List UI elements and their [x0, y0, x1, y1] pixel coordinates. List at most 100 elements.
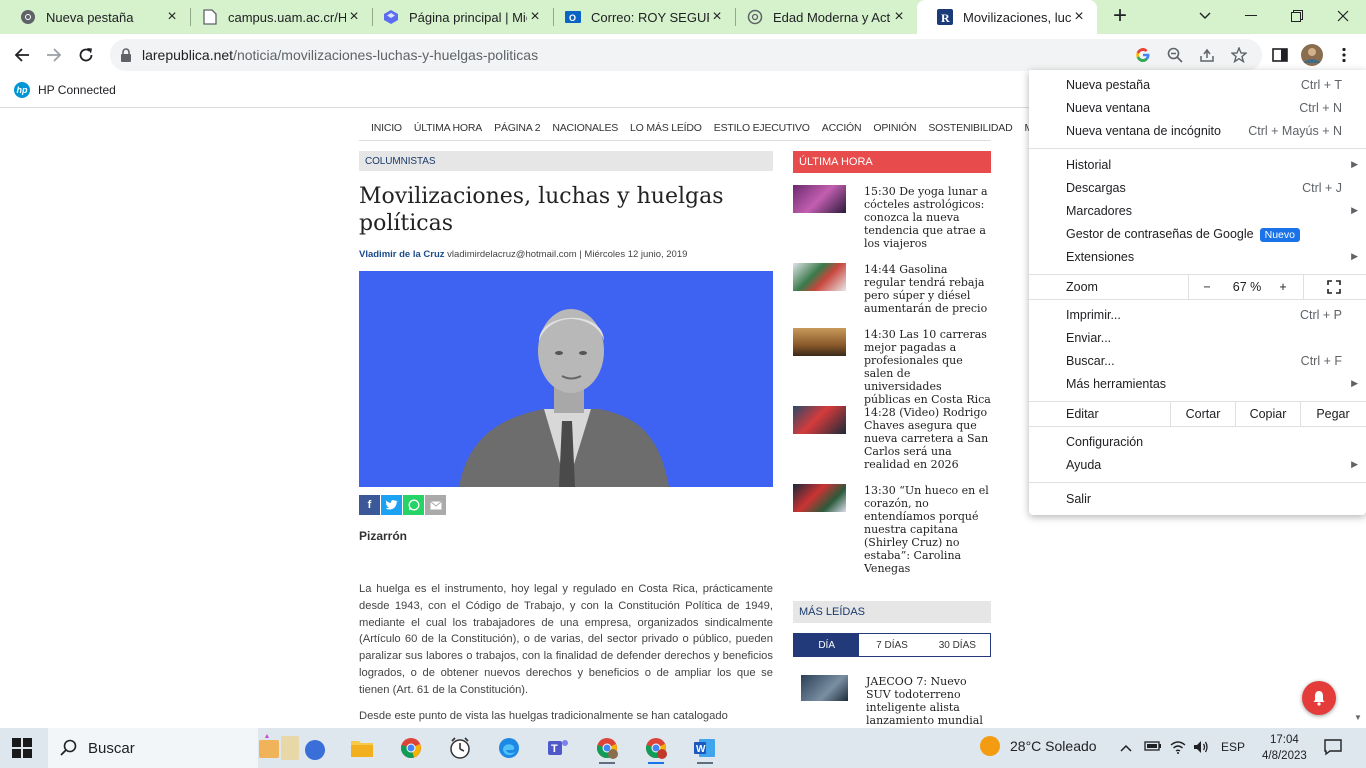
menu-item-help[interactable]: Ayuda ▶: [1029, 454, 1366, 477]
email-icon[interactable]: [425, 495, 446, 515]
menu-item-bookmarks[interactable]: Marcadores ▶: [1029, 200, 1366, 223]
back-button[interactable]: [8, 41, 36, 69]
star-icon[interactable]: [1230, 46, 1248, 64]
news-text[interactable]: 13:30 “Un hueco en el corazón, no entend…: [864, 484, 991, 575]
menu-item-settings[interactable]: Configuración: [1029, 431, 1366, 454]
volume-icon[interactable]: [1193, 740, 1209, 757]
scrollbar-arrow-down[interactable]: ▼: [1354, 713, 1362, 722]
close-icon[interactable]: ×: [527, 9, 543, 25]
close-icon[interactable]: ×: [164, 9, 180, 25]
wifi-icon[interactable]: [1170, 740, 1186, 757]
news-thumbnail[interactable]: [793, 263, 846, 291]
ultima-hora-header[interactable]: ÚLTIMA HORA: [793, 151, 991, 173]
clock-app-icon[interactable]: [440, 732, 480, 764]
nav-item-accion[interactable]: ACCIÓN: [822, 122, 862, 134]
close-window-button[interactable]: [1320, 0, 1366, 32]
news-thumbnail[interactable]: [793, 406, 846, 434]
notifications-button[interactable]: [1324, 738, 1342, 759]
minimize-button[interactable]: [1228, 0, 1274, 32]
menu-item-passwords[interactable]: Gestor de contraseñas de Google Nuevo: [1029, 223, 1366, 246]
whatsapp-icon[interactable]: [403, 495, 424, 515]
new-tab-button[interactable]: +: [1108, 4, 1132, 29]
news-text[interactable]: 14:30 Las 10 carreras mejor pagadas a pr…: [864, 328, 991, 406]
news-text[interactable]: 14:44 Gasolina regular tendrá rebaja per…: [864, 263, 991, 315]
news-text[interactable]: JAECOO 7: Nuevo SUV todoterreno intelige…: [866, 675, 986, 727]
language-indicator[interactable]: ESP: [1221, 740, 1245, 754]
nav-item-nacionales[interactable]: NACIONALES: [552, 122, 618, 134]
fullscreen-button[interactable]: [1319, 275, 1349, 299]
side-panel-button[interactable]: [1266, 41, 1294, 69]
zoom-in-button[interactable]: +: [1269, 275, 1297, 299]
tab-new-tab[interactable]: Nueva pestaña ×: [0, 0, 190, 34]
notification-bell-button[interactable]: [1302, 681, 1336, 715]
tab-chatgpt[interactable]: Edad Moderna y Actu ×: [727, 0, 917, 34]
menu-item-new-tab[interactable]: Nueva pestaña Ctrl + T: [1029, 74, 1366, 97]
nav-item-estilo-ejecutivo[interactable]: ESTILO EJECUTIVO: [714, 122, 810, 134]
close-icon[interactable]: ×: [709, 9, 725, 25]
url-text[interactable]: larepublica.net/noticia/movilizaciones-l…: [142, 47, 538, 63]
news-thumbnail[interactable]: [793, 328, 846, 356]
restore-button[interactable]: [1274, 0, 1320, 32]
tab-7-dias[interactable]: 7 DÍAS: [859, 634, 924, 656]
menu-item-send[interactable]: Enviar...: [1029, 327, 1366, 350]
menu-item-find[interactable]: Buscar... Ctrl + F: [1029, 350, 1366, 373]
teams-icon[interactable]: T: [538, 732, 578, 764]
tab-dia[interactable]: DÍA: [794, 634, 860, 656]
paste-button[interactable]: Pegar: [1301, 402, 1365, 426]
copy-button[interactable]: Copiar: [1236, 402, 1300, 426]
news-thumbnail[interactable]: [793, 484, 846, 512]
forward-button[interactable]: [40, 41, 68, 69]
tab-30-dias[interactable]: 30 DÍAS: [925, 634, 990, 656]
author-name[interactable]: Vladimir de la Cruz: [359, 249, 445, 260]
mas-leidas-header[interactable]: MÁS LEÍDAS: [793, 601, 991, 623]
tab-search-button[interactable]: [1182, 0, 1228, 32]
battery-icon[interactable]: [1144, 740, 1162, 755]
word-icon[interactable]: W: [685, 732, 725, 764]
chrome-active-icon[interactable]: [636, 732, 676, 764]
tab-outlook[interactable]: O Correo: ROY SEGURA ×: [545, 0, 735, 34]
nav-item-inicio[interactable]: INICIO: [371, 122, 402, 134]
address-bar[interactable]: larepublica.net/noticia/movilizaciones-l…: [110, 39, 1262, 71]
menu-item-incognito[interactable]: Nueva ventana de incógnito Ctrl + Mayús +…: [1029, 120, 1366, 143]
taskbar-search[interactable]: Buscar: [48, 728, 325, 768]
chrome-app-icon[interactable]: [391, 732, 431, 764]
facebook-icon[interactable]: f: [359, 495, 380, 515]
menu-item-extensions[interactable]: Extensiones ▶: [1029, 246, 1366, 269]
article-category[interactable]: COLUMNISTAS: [359, 151, 773, 171]
file-explorer-icon[interactable]: [342, 732, 382, 764]
edge-icon[interactable]: [489, 732, 529, 764]
news-thumbnail[interactable]: [793, 185, 846, 213]
bookmark-hp-connected[interactable]: hp HP Connected: [14, 82, 116, 98]
menu-item-history[interactable]: Historial ▶: [1029, 154, 1366, 177]
news-text[interactable]: 14:28 (Video) Rodrigo Chaves asegura que…: [864, 406, 991, 471]
cut-button[interactable]: Cortar: [1171, 402, 1235, 426]
weather-widget[interactable]: 28°C Soleado: [980, 736, 1097, 756]
lock-icon[interactable]: [120, 48, 132, 65]
nav-item-pagina-2[interactable]: PÁGINA 2: [494, 122, 540, 134]
news-text[interactable]: 15:30 De yoga lunar a cócteles astrológi…: [864, 185, 991, 250]
google-icon[interactable]: [1134, 46, 1152, 64]
menu-item-print[interactable]: Imprimir... Ctrl + P: [1029, 304, 1366, 327]
menu-item-more-tools[interactable]: Más herramientas ▶: [1029, 373, 1366, 396]
close-icon[interactable]: ×: [1071, 9, 1087, 25]
zoom-out-button[interactable]: −: [1189, 275, 1225, 299]
start-button[interactable]: [12, 738, 32, 761]
nav-item-lo-mas-leido[interactable]: LO MÁS LEÍDO: [630, 122, 702, 134]
share-icon[interactable]: [1198, 46, 1216, 64]
tab-microsoft[interactable]: Página principal | Mic ×: [363, 0, 553, 34]
nav-item-sostenibilidad[interactable]: SOSTENIBILIDAD: [928, 122, 1012, 134]
menu-item-downloads[interactable]: Descargas Ctrl + J: [1029, 177, 1366, 200]
chrome-profile-icon[interactable]: [587, 732, 627, 764]
chrome-menu-button[interactable]: [1330, 41, 1358, 69]
tab-campus[interactable]: campus.uam.ac.cr/Ho ×: [182, 0, 372, 34]
profile-button[interactable]: [1298, 41, 1326, 69]
menu-item-exit[interactable]: Salir: [1029, 488, 1366, 511]
close-icon[interactable]: ×: [346, 9, 362, 25]
nav-item-opinion[interactable]: OPINIÓN: [873, 122, 916, 134]
reload-button[interactable]: [72, 41, 100, 69]
news-thumbnail[interactable]: [801, 675, 848, 701]
twitter-icon[interactable]: [381, 495, 402, 515]
tab-larepublica[interactable]: R Movilizaciones, luchas ×: [917, 0, 1097, 34]
close-icon[interactable]: ×: [891, 9, 907, 25]
nav-item-ultima-hora[interactable]: ÚLTIMA HORA: [414, 122, 482, 134]
